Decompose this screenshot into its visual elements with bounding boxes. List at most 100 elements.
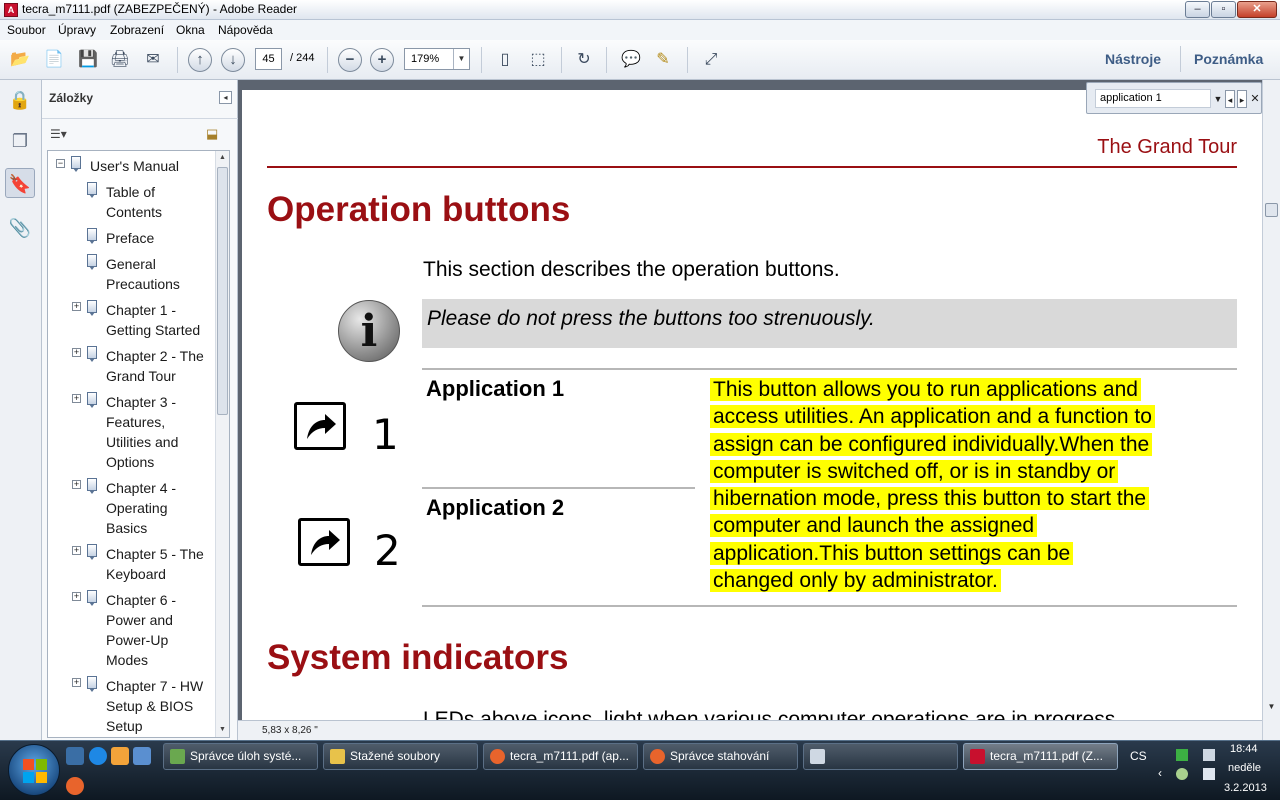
expand-icon[interactable]: + xyxy=(72,592,81,601)
zoom-in-icon[interactable]: + xyxy=(370,48,394,72)
bookmark-general-precautions[interactable]: General xyxy=(106,254,156,274)
open-icon[interactable]: 📂 xyxy=(8,48,32,72)
maximize-button[interactable]: ▫ xyxy=(1211,1,1236,18)
expand-icon[interactable]: + xyxy=(72,348,81,357)
options-menu-icon[interactable]: ☰▾ xyxy=(50,127,74,143)
bookmark-preface[interactable]: Preface xyxy=(106,228,154,248)
close-find-icon[interactable]: ✕ xyxy=(1250,90,1260,108)
find-next-icon[interactable]: ▸ xyxy=(1237,90,1247,108)
taskbar-item-pdf-firefox[interactable]: tecra_m7111.pdf (ap... xyxy=(483,743,638,770)
expand-icon[interactable]: + xyxy=(72,302,81,311)
page-number-input[interactable]: 45 xyxy=(255,48,282,70)
network-icon[interactable] xyxy=(1203,749,1215,761)
expand-icon[interactable]: + xyxy=(72,678,81,687)
explorer-icon[interactable] xyxy=(133,747,151,765)
show-desktop-icon[interactable] xyxy=(66,747,84,765)
media-player-icon[interactable] xyxy=(111,747,129,765)
chevron-down-icon[interactable]: ▼ xyxy=(453,49,469,69)
bookmark-chapter-3-line3[interactable]: Utilities and xyxy=(106,432,178,452)
menu-edit[interactable]: Úpravy xyxy=(58,23,96,37)
scroll-down-icon[interactable]: ▼ xyxy=(1265,702,1278,716)
collapse-panel-icon[interactable]: ◂ xyxy=(219,91,232,104)
bookmark-general-precautions-line2[interactable]: Precautions xyxy=(106,274,180,294)
firefox-icon[interactable] xyxy=(66,777,84,795)
volume-icon[interactable] xyxy=(1203,768,1215,780)
email-icon[interactable]: ✉ xyxy=(141,48,165,72)
tray-status-icon[interactable] xyxy=(1176,768,1188,780)
scroll-thumb[interactable] xyxy=(217,167,228,415)
clock-date[interactable]: 3.2.2013 xyxy=(1224,782,1267,794)
attachment-icon[interactable]: 📎 xyxy=(5,213,35,243)
taskbar-item-download-manager[interactable]: Správce stahování xyxy=(643,743,798,770)
menu-help[interactable]: Nápověda xyxy=(218,23,273,37)
bookmark-chapter-6[interactable]: Chapter 6 - xyxy=(106,590,176,610)
bookmark-chapter-6-line4[interactable]: Modes xyxy=(106,650,148,670)
bookmark-chapter-6-line3[interactable]: Power-Up xyxy=(106,630,168,650)
bookmark-users-manual[interactable]: User's Manual xyxy=(90,156,179,176)
bookmark-scrollbar[interactable]: ▲ ▼ xyxy=(215,151,229,737)
taskbar-item-adobe-reader[interactable]: tecra_m7111.pdf (Z... xyxy=(963,743,1118,770)
fullscreen-icon[interactable]: ⤢ xyxy=(699,48,723,72)
create-pdf-icon[interactable]: 📄 xyxy=(42,48,66,72)
tools-button[interactable]: Nástroje xyxy=(1105,51,1161,67)
bookmark-chapter-2[interactable]: Chapter 2 - The xyxy=(106,346,204,366)
menu-view[interactable]: Zobrazení xyxy=(110,23,164,37)
bookmark-table-of-contents[interactable]: Table of xyxy=(106,182,155,202)
show-hidden-icons-icon[interactable]: ‹ xyxy=(1158,766,1162,780)
comment-button[interactable]: Poznámka xyxy=(1194,51,1263,67)
fit-width-icon[interactable]: ⬚ xyxy=(526,48,550,72)
bookmark-chapter-1[interactable]: Chapter 1 - xyxy=(106,300,176,320)
taskbar-item-window[interactable] xyxy=(803,743,958,770)
bookmark-chapter-6-line2[interactable]: Power and xyxy=(106,610,173,630)
bookmark-chapter-2-line2[interactable]: Grand Tour xyxy=(106,366,176,386)
highlight-icon[interactable]: ✎ xyxy=(651,48,675,72)
next-page-icon[interactable]: ↓ xyxy=(221,48,245,72)
lock-icon[interactable]: 🔒 xyxy=(5,85,35,115)
bookmark-chapter-4-line3[interactable]: Basics xyxy=(106,518,147,538)
bookmark-chapter-4-line2[interactable]: Operating xyxy=(106,498,167,518)
pages-icon[interactable]: ❐ xyxy=(5,126,35,156)
bookmark-chapter-4[interactable]: Chapter 4 - xyxy=(106,478,176,498)
zoom-out-icon[interactable]: − xyxy=(338,48,362,72)
bookmark-chapter-7[interactable]: Chapter 7 - HW xyxy=(106,676,203,696)
bookmark-chapter-1-line2[interactable]: Getting Started xyxy=(106,320,200,340)
find-input[interactable]: application 1 xyxy=(1095,89,1211,108)
expand-icon[interactable]: + xyxy=(72,546,81,555)
rotate-icon[interactable]: ↻ xyxy=(572,48,596,72)
start-button[interactable] xyxy=(8,744,60,796)
bookmark-chapter-7-line3[interactable]: Setup xyxy=(106,716,143,736)
clock-time[interactable]: 18:44 xyxy=(1230,743,1258,755)
expand-icon[interactable]: + xyxy=(72,394,81,403)
fit-page-icon[interactable]: ▯ xyxy=(493,48,517,72)
bookmark-chapter-3-line2[interactable]: Features, xyxy=(106,412,165,432)
expand-icon[interactable]: + xyxy=(72,480,81,489)
save-icon[interactable]: 💾 xyxy=(76,48,100,72)
bookmark-chapter-5-line2[interactable]: Keyboard xyxy=(106,564,166,584)
language-indicator[interactable]: CS xyxy=(1130,749,1147,763)
bookmark-table-of-contents-line2[interactable]: Contents xyxy=(106,202,162,222)
expand-bookmark-icon[interactable]: ⬓ xyxy=(206,126,224,144)
taskbar-item-downloads-folder[interactable]: Stažené soubory xyxy=(323,743,478,770)
zoom-select[interactable]: 179% ▼ xyxy=(404,48,470,70)
clock-day[interactable]: neděle xyxy=(1228,762,1261,774)
collapse-icon[interactable]: − xyxy=(56,159,65,168)
bookmark-chapter-3-line4[interactable]: Options xyxy=(106,452,154,472)
scroll-thumb[interactable] xyxy=(1265,203,1278,217)
scroll-down-icon[interactable]: ▼ xyxy=(216,723,229,737)
menu-file[interactable]: Soubor xyxy=(7,23,46,37)
bookmark-chapter-7-line2[interactable]: Setup & BIOS xyxy=(106,696,193,716)
find-previous-icon[interactable]: ◂ xyxy=(1225,90,1235,108)
bookmark-chapter-3[interactable]: Chapter 3 - xyxy=(106,392,176,412)
close-button[interactable]: ✕ xyxy=(1237,1,1277,18)
taskbar-item-task-manager[interactable]: Správce úloh systé... xyxy=(163,743,318,770)
find-options-chevron-icon[interactable]: ▼ xyxy=(1213,90,1223,108)
document-scrollbar[interactable]: ▼ xyxy=(1262,80,1280,740)
minimize-button[interactable]: – xyxy=(1185,1,1210,18)
tray-app-icon[interactable] xyxy=(1176,749,1188,761)
menu-window[interactable]: Okna xyxy=(176,23,205,37)
comment-icon[interactable]: 💬 xyxy=(619,48,643,72)
internet-explorer-icon[interactable] xyxy=(89,747,107,765)
print-icon[interactable]: 🖨 xyxy=(108,48,132,72)
previous-page-icon[interactable]: ↑ xyxy=(188,48,212,72)
scroll-up-icon[interactable]: ▲ xyxy=(216,151,229,165)
